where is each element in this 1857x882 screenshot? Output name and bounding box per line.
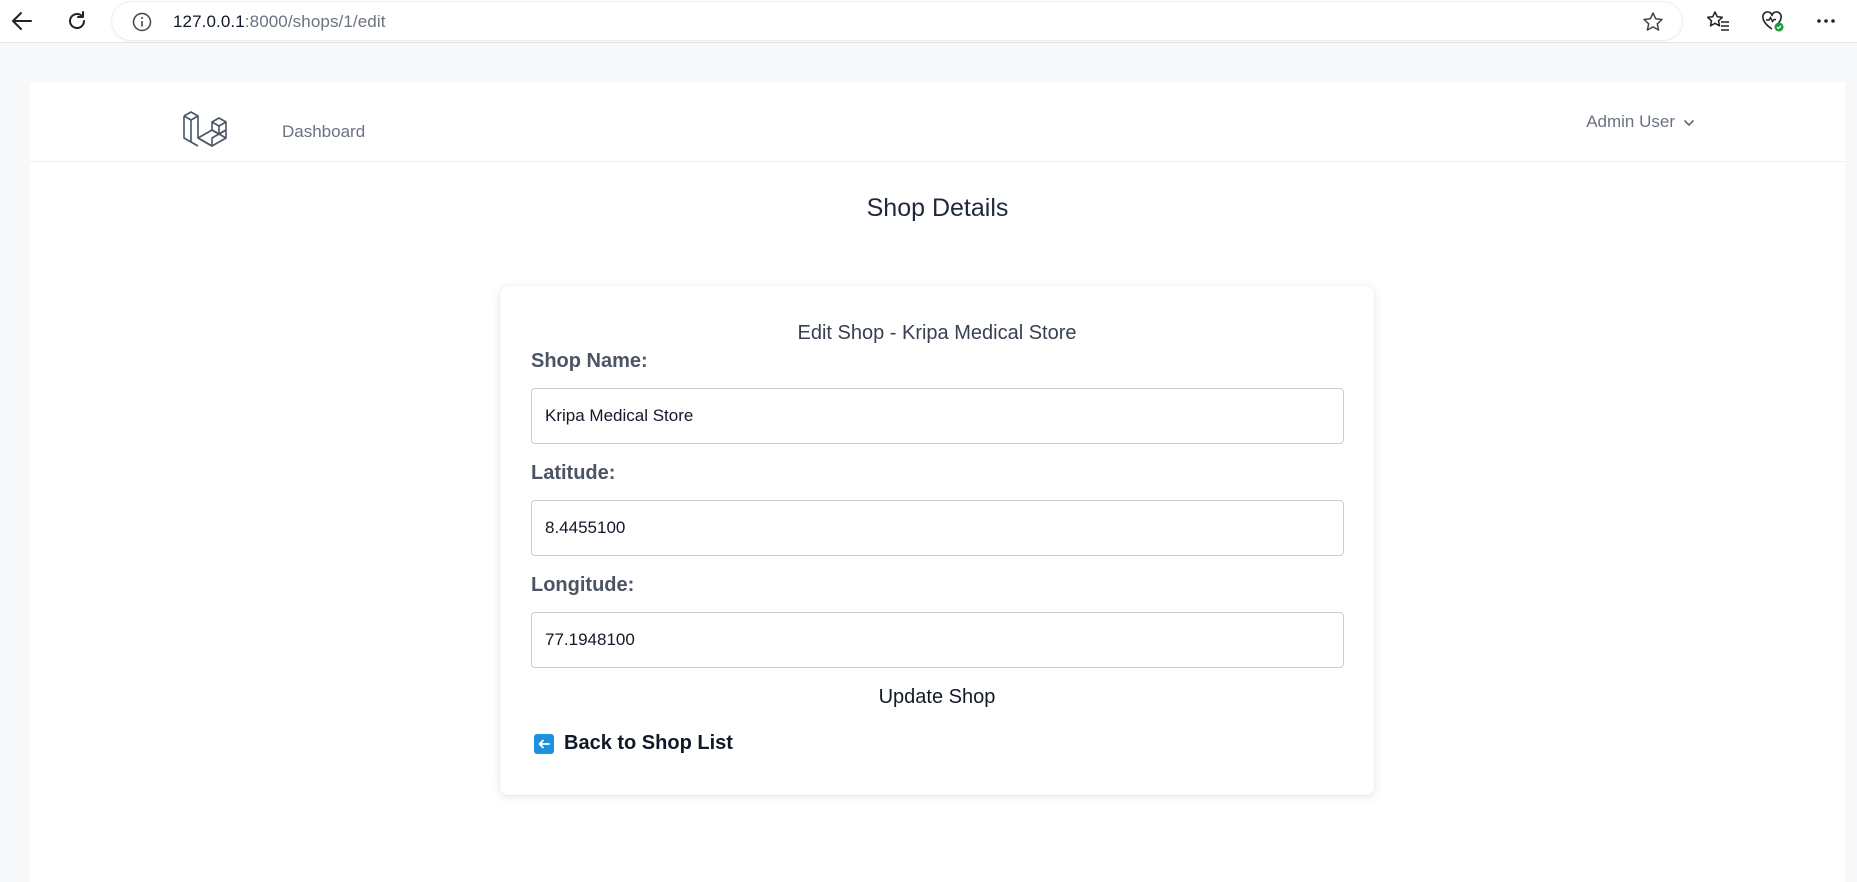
shop-name-label: Shop Name: <box>531 350 648 372</box>
user-menu-dropdown[interactable]: Admin User <box>1586 112 1695 132</box>
favorite-star-icon[interactable] <box>1642 11 1664 38</box>
update-shop-button[interactable]: Update Shop <box>500 686 1374 709</box>
address-url: 127.0.0.1:8000/shops/1/edit <box>173 12 386 31</box>
favorites-list-icon[interactable] <box>1702 6 1734 36</box>
back-link-label: Back to Shop List <box>564 732 733 754</box>
more-options-icon[interactable] <box>1810 6 1842 36</box>
address-bar[interactable]: 127.0.0.1:8000/shops/1/edit <box>112 2 1682 40</box>
back-arrow-box-icon <box>534 733 554 754</box>
top-navigation: Dashboard Admin User <box>30 82 1845 162</box>
user-name: Admin User <box>1586 112 1675 131</box>
back-to-shop-list-link[interactable]: Back to Shop List <box>534 732 733 755</box>
app-page: Dashboard Admin User Shop Details Edit S… <box>30 82 1845 882</box>
browser-toolbar: 127.0.0.1:8000/shops/1/edit <box>0 0 1857 43</box>
shop-name-input[interactable] <box>531 388 1344 444</box>
nav-dashboard-link[interactable]: Dashboard <box>282 122 365 142</box>
page-title: Shop Details <box>866 194 1009 222</box>
back-arrow-icon[interactable] <box>6 6 38 36</box>
chevron-down-icon <box>1683 112 1695 132</box>
site-info-icon[interactable] <box>132 12 152 37</box>
longitude-input[interactable] <box>531 612 1344 668</box>
latitude-input[interactable] <box>531 500 1344 556</box>
form-heading: Edit Shop - Kripa Medical Store <box>797 322 1077 344</box>
edit-shop-card: Edit Shop - Kripa Medical Store Shop Nam… <box>500 286 1374 795</box>
longitude-label: Longitude: <box>531 574 635 596</box>
refresh-icon[interactable] <box>61 6 93 36</box>
laravel-logo-icon[interactable] <box>182 108 228 159</box>
browser-essentials-icon[interactable] <box>1757 6 1789 36</box>
latitude-label: Latitude: <box>531 462 616 484</box>
